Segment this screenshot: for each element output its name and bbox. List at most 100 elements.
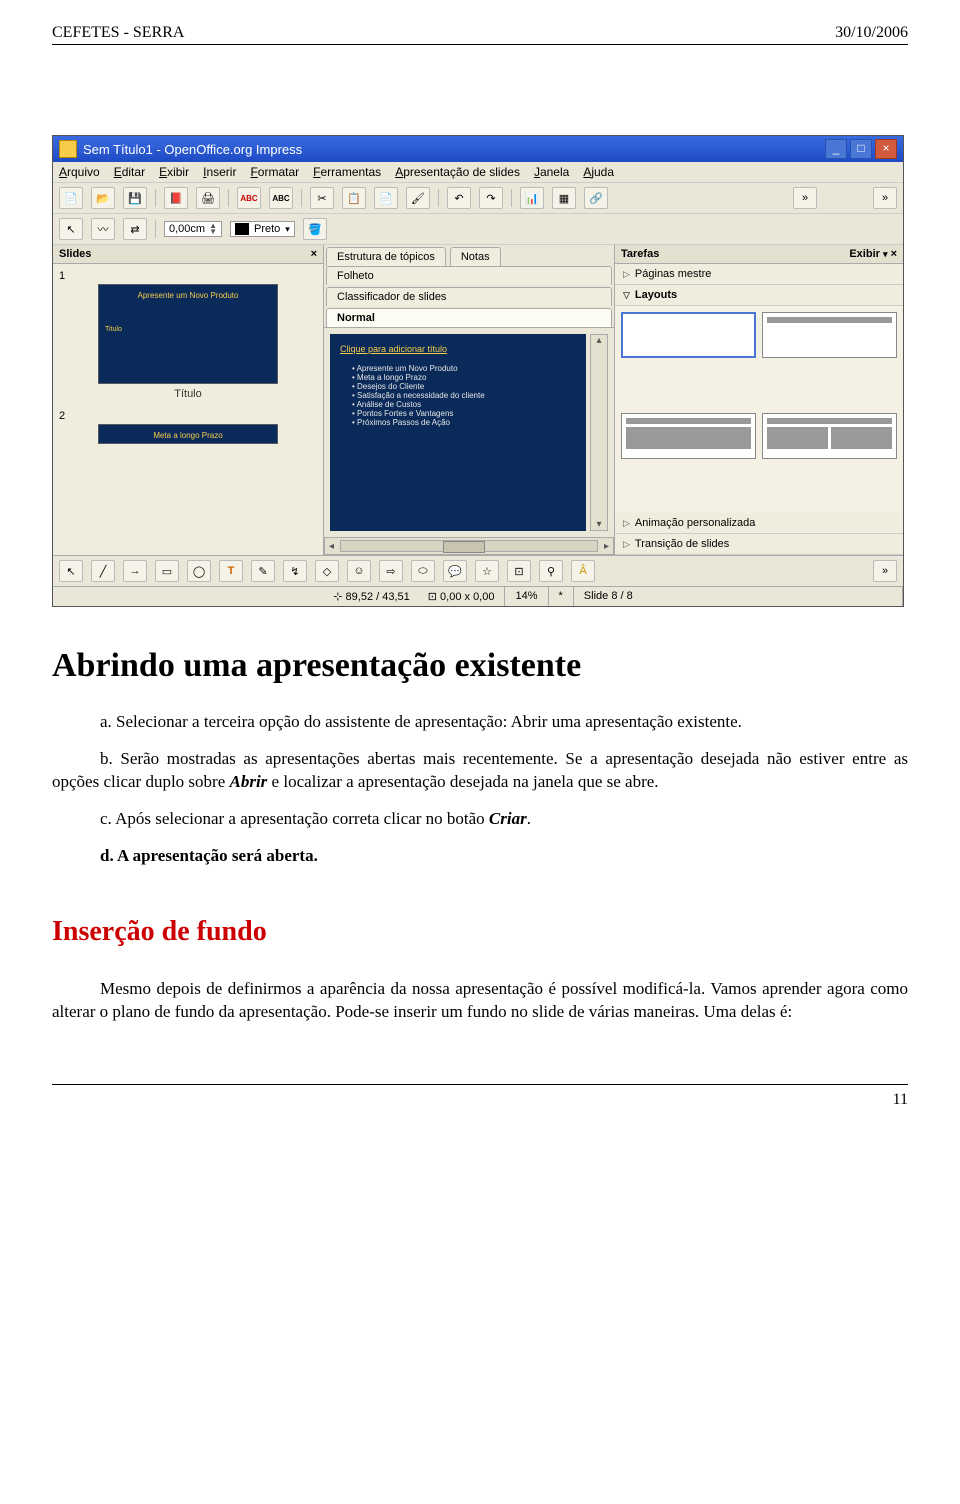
heading-insercao: Inserção de fundo	[52, 916, 908, 948]
task-layouts[interactable]: ▽Layouts	[615, 285, 903, 306]
rect-icon[interactable]: ▭	[155, 560, 179, 582]
task-custom-animation[interactable]: ▷Animação personalizada	[615, 513, 903, 534]
para-c: c. Após selecionar a apresentação corret…	[52, 808, 908, 831]
fill-icon[interactable]: 🪣	[303, 218, 327, 240]
pointer-icon[interactable]: ↖	[59, 560, 83, 582]
vertical-scrollbar[interactable]: ▴▾	[590, 334, 608, 531]
arrow-end-icon[interactable]: ⇄	[123, 218, 147, 240]
open-icon[interactable]: 📂	[91, 187, 115, 209]
tab-notes[interactable]: Notas	[450, 247, 501, 266]
color-swatch	[235, 223, 249, 235]
close-panel-icon[interactable]: ×	[311, 248, 317, 260]
new-icon[interactable]: 📄	[59, 187, 83, 209]
para-a: a. Selecionar a terceira opção do assist…	[52, 711, 908, 734]
tab-handout[interactable]: Folheto	[326, 266, 612, 285]
table-icon[interactable]: ▦	[552, 187, 576, 209]
status-slide: Slide 8 / 8	[574, 587, 903, 606]
heading-abrindo: Abrindo uma apresentação existente	[52, 647, 908, 685]
slide-editor[interactable]: Clique para adicionar título • Apresente…	[330, 334, 586, 531]
slide-thumb-1[interactable]: 1 Apresente um Novo Produto Titulo Títul…	[59, 270, 317, 400]
connector-icon[interactable]: ↯	[283, 560, 307, 582]
horizontal-scrollbar[interactable]: ◂▸	[324, 537, 614, 555]
chart-icon[interactable]: 📊	[520, 187, 544, 209]
tasks-view-link[interactable]: Exibir	[849, 248, 880, 260]
slides-panel: Slides × 1 Apresente um Novo Produto Tit…	[53, 245, 324, 555]
menu-inserir[interactable]: Inserir	[203, 165, 236, 179]
task-slide-transition[interactable]: ▷Transição de slides	[615, 534, 903, 555]
slides-panel-title: Slides	[59, 248, 91, 260]
hyperlink-icon[interactable]: 🔗	[584, 187, 608, 209]
line-icon[interactable]: ╱	[91, 560, 115, 582]
more-draw-icon[interactable]: »	[873, 560, 897, 582]
block-arrows-icon[interactable]: ⇨	[379, 560, 403, 582]
color-select[interactable]: Preto ▾	[230, 221, 295, 237]
more-icon[interactable]: »	[793, 187, 817, 209]
menu-ajuda[interactable]: Ajuda	[583, 165, 614, 179]
layout-option[interactable]	[762, 413, 897, 459]
fontwork-icon[interactable]: Â	[571, 560, 595, 582]
brush-icon[interactable]: 🖌	[406, 187, 430, 209]
more2-icon[interactable]: »	[873, 187, 897, 209]
task-master-pages[interactable]: ▷Páginas mestre	[615, 264, 903, 285]
menu-arquivo[interactable]: Arquivo	[59, 165, 100, 179]
curve-icon[interactable]: ✎	[251, 560, 275, 582]
thumb-caption: Título	[59, 388, 317, 400]
status-zoom[interactable]: 14%	[505, 587, 548, 606]
print-icon[interactable]: 🖨	[196, 187, 220, 209]
arrow-icon[interactable]: →	[123, 560, 147, 582]
menu-janela[interactable]: Janela	[534, 165, 569, 179]
menu-exibir[interactable]: Exibir	[159, 165, 189, 179]
tab-sorter[interactable]: Classificador de slides	[326, 287, 612, 306]
line-style-icon[interactable]: 〰	[91, 218, 115, 240]
menu-ferramentas[interactable]: Ferramentas	[313, 165, 381, 179]
paste-icon[interactable]: 📄	[374, 187, 398, 209]
line-width-input[interactable]: 0,00cm ▲▼	[164, 221, 222, 237]
slide-thumb-2[interactable]: 2 Meta a longo Prazo	[59, 410, 317, 444]
points-icon[interactable]: ⊡	[507, 560, 531, 582]
layout-option[interactable]	[621, 413, 756, 459]
minimize-button[interactable]: _	[825, 139, 847, 159]
menubar[interactable]: Arquivo Editar Exibir Inserir Formatar F…	[53, 162, 903, 183]
toolbar-line: ↖ 〰 ⇄ 0,00cm ▲▼ Preto ▾ 🪣	[53, 214, 903, 245]
flowchart-icon[interactable]: ⬭	[411, 560, 435, 582]
spellcheck-icon[interactable]: ABC	[237, 187, 261, 209]
layouts-grid	[615, 306, 903, 513]
tab-outline[interactable]: Estrutura de tópicos	[326, 247, 446, 266]
smiley-icon[interactable]: ☺	[347, 560, 371, 582]
status-size: ⊡ 0,00 x 0,00	[428, 590, 495, 603]
impress-screenshot: Sem Título1 - OpenOffice.org Impress _ □…	[52, 135, 904, 607]
menu-apresentacao[interactable]: Apresentação de slides	[395, 165, 520, 179]
basic-shapes-icon[interactable]: ◇	[315, 560, 339, 582]
glue-icon[interactable]: ⚲	[539, 560, 563, 582]
redo-icon[interactable]: ↷	[479, 187, 503, 209]
titlebar: Sem Título1 - OpenOffice.org Impress _ □…	[53, 136, 903, 162]
toolbar-standard: 📄 📂 💾 📕 🖨 ABC ABC ✂ 📋 📄 🖌 ↶ ↷ 📊 ▦ 🔗 » »	[53, 183, 903, 214]
para-insercao: Mesmo depois de definirmos a aparência d…	[52, 978, 908, 1024]
header-right: 30/10/2006	[835, 24, 908, 42]
arrow-select-icon[interactable]: ↖	[59, 218, 83, 240]
menu-editar[interactable]: Editar	[114, 165, 145, 179]
maximize-button[interactable]: □	[850, 139, 872, 159]
copy-icon[interactable]: 📋	[342, 187, 366, 209]
page-number: 11	[52, 1084, 908, 1109]
para-d: d. A apresentação será aberta.	[52, 845, 908, 868]
close-button[interactable]: ×	[875, 139, 897, 159]
status-pos: ⊹ 89,52 / 43,51	[333, 590, 410, 603]
tab-normal[interactable]: Normal	[326, 308, 612, 327]
star-icon[interactable]: ☆	[475, 560, 499, 582]
text-icon[interactable]: T	[219, 560, 243, 582]
autospell-icon[interactable]: ABC	[269, 187, 293, 209]
undo-icon[interactable]: ↶	[447, 187, 471, 209]
center-panel: Estrutura de tópicos Notas Folheto Class…	[324, 245, 615, 555]
layout-option[interactable]	[762, 312, 897, 358]
layout-option[interactable]	[621, 312, 756, 358]
save-icon[interactable]: 💾	[123, 187, 147, 209]
ellipse-icon[interactable]: ◯	[187, 560, 211, 582]
menu-formatar[interactable]: Formatar	[250, 165, 299, 179]
callout-icon[interactable]: 💬	[443, 560, 467, 582]
window-title: Sem Título1 - OpenOffice.org Impress	[83, 142, 302, 157]
tasks-title: Tarefas	[621, 248, 659, 260]
status-modified: *	[549, 587, 574, 606]
cut-icon[interactable]: ✂	[310, 187, 334, 209]
export-pdf-icon[interactable]: 📕	[164, 187, 188, 209]
